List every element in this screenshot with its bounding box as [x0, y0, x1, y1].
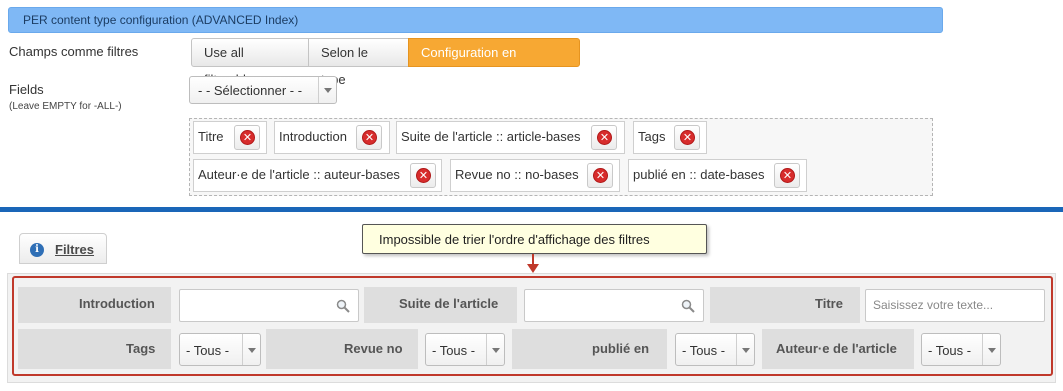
remove-icon: ✕	[362, 130, 377, 145]
red-arrow-head-icon	[527, 264, 539, 273]
field-chip-label: Introduction	[279, 129, 347, 144]
config-header: PER content type configuration (ADVANCED…	[8, 7, 943, 33]
remove-icon: ✕	[597, 130, 612, 145]
remove-field-button[interactable]: ✕	[674, 125, 700, 150]
champs-comme-filtres-label: Champs comme filtres	[9, 44, 139, 59]
field-chip: Auteur·e de l'article :: auteur-bases ✕	[193, 159, 442, 192]
field-chip-label: Auteur·e de l'article :: auteur-bases	[198, 167, 400, 182]
field-chip-label: publié en :: date-bases	[633, 167, 765, 182]
fields-select-value: - - Sélectionner - -	[198, 83, 303, 98]
remove-icon: ✕	[593, 168, 608, 183]
filter-mode-segmented-control: Use all filterable Selon le type Configu…	[191, 38, 580, 87]
field-chip: Suite de l'article :: article-bases ✕	[396, 121, 625, 154]
use-all-filterable-button[interactable]: Use all filterable	[191, 38, 309, 87]
annotation-highlight-box	[12, 276, 1053, 376]
selon-le-type-button[interactable]: Selon le type	[308, 38, 409, 87]
field-chip-label: Tags	[638, 129, 666, 144]
fields-hint: (Leave EMPTY for -ALL-)	[9, 101, 122, 112]
remove-field-button[interactable]: ✕	[356, 125, 382, 150]
remove-icon: ✕	[240, 130, 255, 145]
red-arrow-icon	[532, 254, 534, 264]
fields-select[interactable]: - - Sélectionner - -	[189, 76, 337, 104]
remove-icon: ✕	[780, 168, 795, 183]
field-chip: Titre ✕	[193, 121, 267, 154]
field-chip: publié en :: date-bases ✕	[628, 159, 807, 192]
field-chip: Introduction ✕	[274, 121, 390, 154]
section-divider	[0, 207, 1063, 212]
remove-field-button[interactable]: ✕	[587, 163, 613, 188]
fields-label: Fields	[9, 82, 44, 97]
remove-field-button[interactable]: ✕	[410, 163, 436, 188]
dropdown-arrow-icon	[318, 77, 336, 103]
remove-field-button[interactable]: ✕	[774, 163, 800, 188]
field-chip-label: Suite de l'article :: article-bases	[401, 129, 581, 144]
filtres-tab-label: Filtres	[55, 242, 95, 257]
configuration-en-dessous-button[interactable]: Configuration en dessous	[408, 38, 580, 87]
filtres-tab[interactable]: i Filtres	[19, 233, 107, 264]
config-header-title: PER content type configuration (ADVANCED…	[23, 13, 299, 27]
field-chip-label: Revue no :: no-bases	[455, 167, 579, 182]
field-chip: Tags ✕	[633, 121, 707, 154]
annotation-tooltip: Impossible de trier l'ordre d'affichage …	[362, 224, 707, 254]
remove-field-button[interactable]: ✕	[591, 125, 617, 150]
remove-field-button[interactable]: ✕	[234, 125, 260, 150]
annotation-tooltip-text: Impossible de trier l'ordre d'affichage …	[379, 232, 650, 247]
field-chip: Revue no :: no-bases ✕	[450, 159, 620, 192]
remove-icon: ✕	[416, 168, 431, 183]
info-icon: i	[30, 243, 44, 257]
remove-icon: ✕	[680, 130, 695, 145]
field-chip-label: Titre	[198, 129, 224, 144]
